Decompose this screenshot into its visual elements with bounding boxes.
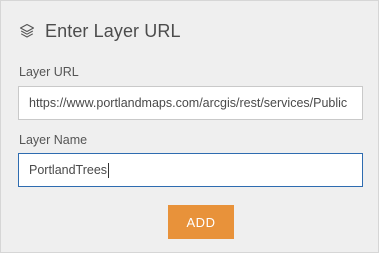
page-title: Enter Layer URL [45,20,181,41]
layers-icon [18,22,36,40]
layer-url-value: https://www.portlandmaps.com/arcgis/rest… [29,96,348,110]
layer-url-input[interactable]: https://www.portlandmaps.com/arcgis/rest… [18,86,363,120]
layer-url-label: Layer URL [19,65,79,79]
layer-name-input[interactable]: PortlandTrees [18,153,363,187]
layer-name-label: Layer Name [19,133,88,147]
text-caret [108,162,110,178]
add-button[interactable]: ADD [168,205,234,239]
layer-name-value: PortlandTrees [29,163,108,177]
panel-header: Enter Layer URL [18,19,181,43]
add-layer-panel: Enter Layer URL Layer URL https://www.po… [0,0,379,253]
add-button-label: ADD [186,214,216,230]
